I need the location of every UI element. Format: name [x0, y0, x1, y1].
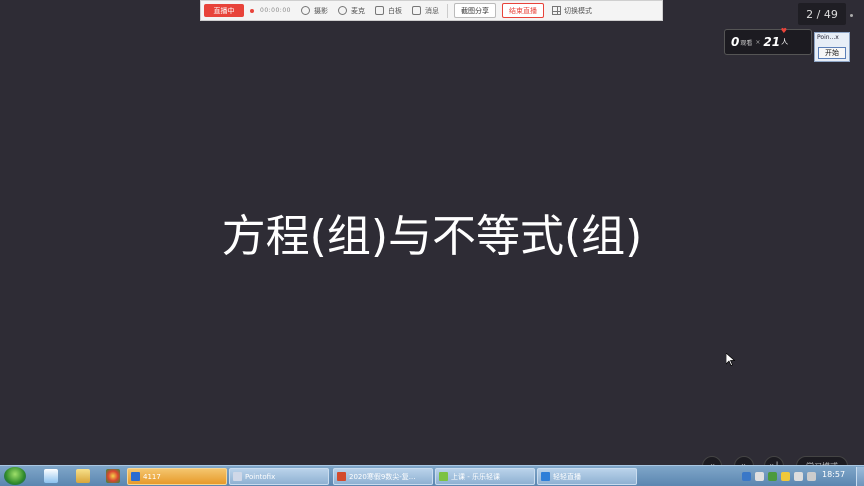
pointofix-start-button[interactable]: 开始 — [818, 47, 846, 59]
app-icon — [439, 472, 448, 481]
stat-separator: × — [755, 38, 761, 46]
record-timer: 00:00:00 — [260, 7, 291, 14]
viewer-count: 21 — [763, 35, 781, 49]
network-icon[interactable] — [794, 471, 803, 481]
page-counter: 2 / 49 — [798, 3, 846, 25]
clock[interactable]: 18:57 — [822, 470, 845, 479]
taskbar-item[interactable]: 2020寒假9数尖-复... — [333, 468, 433, 485]
viewer-stat-widget: 0 观看 × 21 人 ♥ — [724, 27, 812, 55]
show-desktop-button[interactable] — [856, 467, 864, 486]
record-dot-icon — [250, 8, 254, 13]
message-button[interactable]: 消息 — [411, 6, 439, 16]
switch-mode-label: 切换模式 — [563, 6, 592, 15]
live-toolbar: 直播中 00:00:00 摄影 麦克 白板 消息 截图分享 结束直播 切换模式 — [200, 0, 663, 21]
viewer-unit: 人 — [781, 38, 789, 46]
start-button[interactable] — [4, 467, 26, 485]
switch-mode-button[interactable]: 切换模式 — [551, 6, 592, 16]
pointofix-icon — [233, 472, 242, 481]
whiteboard-label: 白板 — [387, 6, 402, 15]
whiteboard-button[interactable]: 白板 — [374, 6, 402, 16]
microphone-icon — [337, 6, 347, 15]
chrome-icon[interactable] — [106, 469, 120, 483]
stat-watch-label: 观看 — [740, 39, 753, 47]
taskbar-item[interactable]: 上课 - 乐乐轻课 — [435, 468, 535, 485]
app-icon — [541, 472, 550, 481]
end-live-button[interactable]: 结束直播 — [501, 3, 544, 18]
microphone-button[interactable]: 麦克 — [337, 6, 365, 16]
camera-icon — [300, 6, 310, 15]
tray-icon[interactable] — [781, 471, 790, 481]
tray-icon[interactable] — [768, 471, 777, 481]
slide-title: 方程(组)与不等式(组) — [221, 211, 643, 262]
whiteboard-icon — [374, 6, 384, 15]
taskbar-item[interactable]: Pointofix — [229, 468, 329, 485]
tray-icon[interactable] — [755, 471, 764, 481]
camera-button[interactable]: 摄影 — [300, 6, 328, 16]
taskbar: 4117 Pointofix 2020寒假9数尖-复... 上课 - 乐乐轻课 … — [0, 465, 864, 486]
screenshot-share-button[interactable]: 截图分享 — [453, 3, 496, 18]
mouse-cursor-icon — [726, 353, 735, 366]
tray-icon[interactable] — [742, 471, 751, 481]
pointofix-panel: Poin...x 开始 — [814, 32, 850, 62]
microphone-label: 麦克 — [350, 6, 365, 15]
folder-icon[interactable] — [76, 469, 90, 483]
live-status-button[interactable]: 直播中 — [204, 4, 244, 17]
taskbar-item[interactable]: 轻轻直播 — [537, 468, 637, 485]
app-icon — [131, 472, 140, 481]
system-tray — [742, 469, 820, 483]
stat-watch-value: 0 — [731, 35, 740, 49]
message-icon — [411, 6, 421, 15]
heart-icon: ♥ — [780, 27, 787, 35]
toolbar-divider — [446, 3, 448, 18]
volume-icon[interactable] — [807, 471, 816, 481]
ie-icon[interactable] — [44, 469, 58, 483]
camera-label: 摄影 — [313, 6, 328, 15]
pointofix-title: Poin...x — [817, 34, 839, 41]
powerpoint-icon — [337, 472, 346, 481]
close-icon[interactable]: x — [835, 34, 839, 41]
message-label: 消息 — [424, 6, 439, 15]
grid-icon — [551, 6, 561, 15]
menu-dot-icon[interactable] — [850, 14, 853, 17]
taskbar-item[interactable]: 4117 — [127, 468, 227, 485]
